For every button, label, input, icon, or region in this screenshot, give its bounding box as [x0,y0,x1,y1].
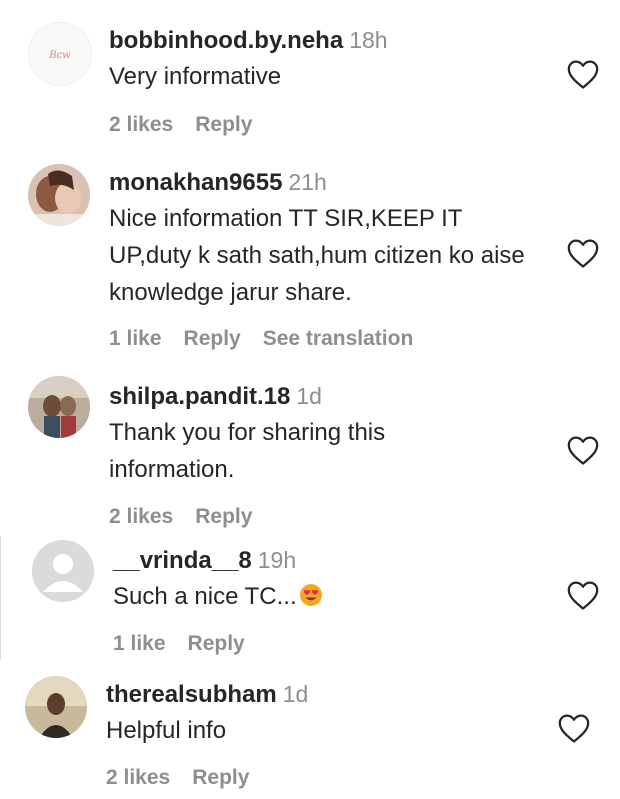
timestamp: 1d [296,383,322,409]
heart-icon[interactable] [557,712,591,744]
heart-eyes-emoji-icon [299,581,323,606]
avatar[interactable] [32,540,94,602]
likes-count[interactable]: 2 likes [109,113,173,136]
heart-icon[interactable] [566,237,600,269]
username[interactable]: therealsubham [106,681,277,708]
default-avatar-icon [32,540,94,602]
avatar[interactable]: Bcw [28,22,92,86]
avatar[interactable] [28,376,90,438]
timestamp: 18h [349,27,388,53]
avatar[interactable] [25,676,87,738]
likes-count[interactable]: 2 likes [109,505,173,528]
likes-count[interactable]: 1 like [113,632,166,655]
heart-icon[interactable] [566,58,600,90]
timestamp: 21h [288,169,327,195]
comment-text: Very informative [109,63,282,90]
username[interactable]: __vrinda__8 [113,547,252,574]
heart-icon[interactable] [566,434,600,466]
avatar-photo [28,164,90,226]
comment-text: Helpful info [106,717,227,744]
avatar[interactable] [28,164,90,226]
reply-button[interactable]: Reply [184,327,241,350]
svg-text:Bcw: Bcw [48,50,71,61]
comment-text: Nice information TT SIR,KEEP IT UP,duty … [109,205,525,306]
username[interactable]: bobbinhood.by.neha [109,27,343,54]
avatar-photo [25,676,87,738]
username[interactable]: monakhan9655 [109,169,282,196]
reply-button[interactable]: Reply [195,505,252,528]
comment-text: Such a nice TC... [113,578,553,615]
comment-text: Thank you for sharing this information. [109,419,386,483]
likes-count[interactable]: 2 likes [106,766,170,789]
see-translation-link[interactable]: See translation [263,327,414,350]
avatar-logo: Bcw [29,23,91,85]
timestamp: 19h [257,547,297,573]
heart-icon[interactable] [566,579,600,611]
reply-button[interactable]: Reply [195,113,252,136]
likes-count[interactable]: 1 like [109,327,162,350]
username[interactable]: shilpa.pandit.18 [109,383,290,410]
reply-button[interactable]: Reply [188,632,245,655]
avatar-photo [28,376,90,438]
reply-button[interactable]: Reply [192,766,249,789]
timestamp: 1d [282,681,309,707]
reply-thread-line [0,536,1,660]
